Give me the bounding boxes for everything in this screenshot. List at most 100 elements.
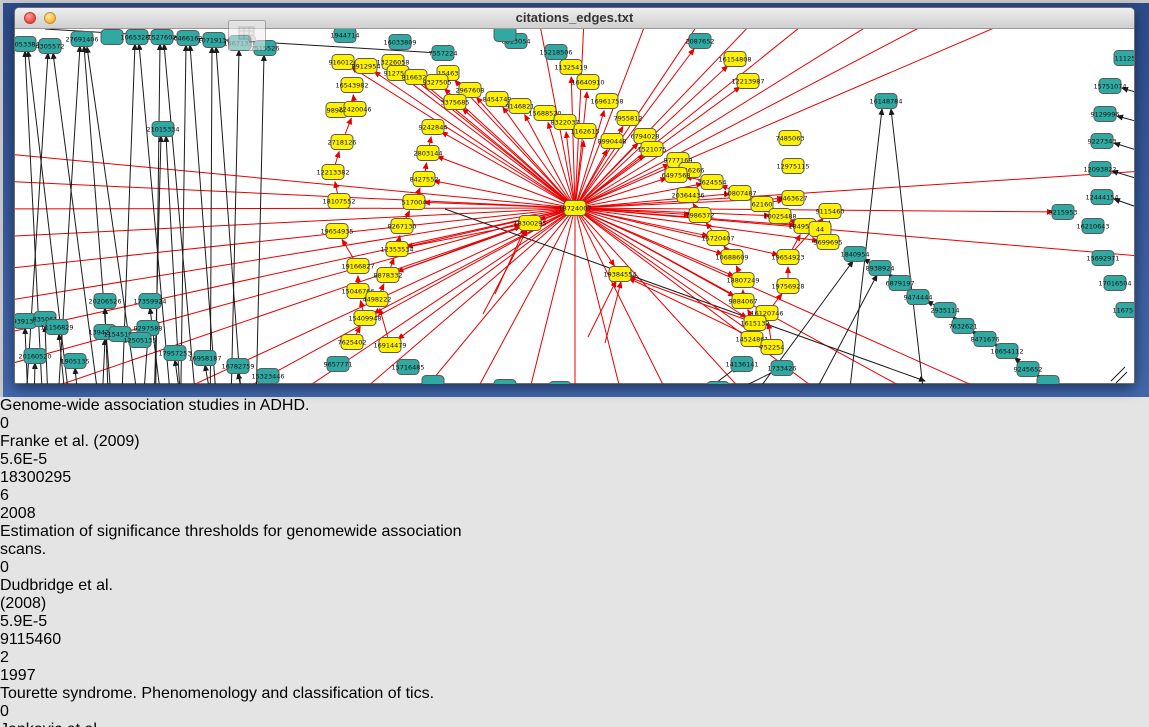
- graph-node[interactable]: 16782759: [221, 359, 254, 374]
- graph-node[interactable]: 9474444: [904, 290, 933, 305]
- graph-node[interactable]: 752254: [760, 340, 785, 355]
- graph-node[interactable]: 15751074: [1093, 79, 1126, 94]
- graph-node[interactable]: 12213382: [316, 165, 349, 180]
- graph-node[interactable]: 18107552: [322, 194, 355, 209]
- graph-node[interactable]: 4305572: [36, 39, 65, 54]
- graph-node[interactable]: 19756928: [771, 279, 804, 294]
- graph-node[interactable]: [494, 29, 516, 42]
- graph-node[interactable]: 1944714: [331, 29, 360, 43]
- svg-text:8427552: 8427552: [410, 176, 439, 184]
- graph-node[interactable]: [707, 382, 729, 385]
- network-canvas[interactable]: 1872400791601248912954132260589127508816…: [15, 29, 1134, 389]
- graph-node[interactable]: 9129996: [1091, 107, 1120, 122]
- graph-node[interactable]: 517004: [402, 195, 427, 210]
- graph-node[interactable]: 7625402: [338, 335, 367, 350]
- graph-node[interactable]: 3624554: [698, 175, 727, 190]
- graph-node[interactable]: 19654935: [320, 224, 353, 239]
- network-window-titlebar[interactable]: citations_edges.txt: [15, 8, 1134, 29]
- graph-node[interactable]: 2718126: [328, 135, 357, 150]
- graph-node[interactable]: 2935114: [931, 303, 960, 318]
- graph-node[interactable]: 1521075: [638, 142, 667, 157]
- graph-node[interactable]: 14136141: [725, 357, 758, 372]
- graph-node[interactable]: 1905135: [61, 354, 90, 369]
- graph-node[interactable]: 3375685: [441, 95, 470, 110]
- graph-node[interactable]: 8938924: [866, 261, 895, 276]
- graph-node[interactable]: 8878332: [374, 268, 403, 283]
- graph-node[interactable]: 1615132: [741, 316, 770, 331]
- graph-node[interactable]: 15409948: [348, 311, 381, 326]
- graph-node[interactable]: 12444154: [1085, 190, 1118, 205]
- graph-node[interactable]: 8471676: [971, 332, 1000, 347]
- svg-text:9242844: 9242844: [419, 124, 448, 132]
- graph-node[interactable]: 8427552: [410, 172, 439, 187]
- svg-text:20364436: 20364436: [671, 192, 704, 200]
- graph-node[interactable]: 16543982: [335, 78, 368, 93]
- graph-node[interactable]: 7557224: [429, 46, 458, 61]
- graph-node[interactable]: 4498222: [363, 292, 392, 307]
- graph-node[interactable]: 10688609: [715, 250, 748, 265]
- graph-node[interactable]: 16033809: [383, 35, 416, 50]
- graph-node[interactable]: 9242844: [419, 120, 448, 135]
- graph-node[interactable]: 7986372: [686, 208, 715, 223]
- graph-node[interactable]: 16148784: [869, 94, 902, 109]
- close-window-button[interactable]: [24, 12, 36, 24]
- graph-node[interactable]: 16154808: [718, 52, 751, 67]
- graph-node[interactable]: 11125: [1114, 51, 1134, 66]
- graph-node[interactable]: 2087652: [686, 34, 715, 49]
- graph-node[interactable]: 6497568: [662, 168, 691, 183]
- red-edge: [445, 208, 575, 384]
- graph-node[interactable]: 17957253: [158, 346, 191, 361]
- graph-node[interactable]: 16640910: [571, 75, 604, 90]
- graph-node[interactable]: 1527602: [148, 30, 177, 45]
- graph-node[interactable]: 10654112: [990, 344, 1023, 359]
- table-row[interactable]: 911546021997Tourette syndrome. Phenomeno…: [0, 631, 1149, 727]
- graph-node[interactable]: 9699695: [814, 235, 843, 250]
- graph-node[interactable]: 11325419: [554, 60, 587, 75]
- graph-node[interactable]: 2803144: [414, 146, 443, 161]
- graph-node[interactable]: 9327505: [423, 75, 452, 90]
- graph-node[interactable]: 8267130: [388, 219, 417, 234]
- graph-node[interactable]: 16958187: [188, 351, 221, 366]
- graph-node[interactable]: 17016504: [1098, 276, 1131, 291]
- graph-node[interactable]: 16961758: [590, 94, 623, 109]
- graph-node[interactable]: 21015334: [146, 122, 179, 137]
- graph-node[interactable]: 1840954: [841, 247, 870, 262]
- graph-node[interactable]: 7632621: [949, 319, 978, 334]
- delete-table-button[interactable]: [228, 20, 266, 51]
- graph-node[interactable]: 9657771: [324, 357, 353, 372]
- graph-node[interactable]: 20206526: [88, 294, 121, 309]
- graph-node[interactable]: 27691406: [65, 32, 98, 47]
- minimize-window-button[interactable]: [44, 12, 56, 24]
- graph-node[interactable]: 9245652: [1014, 362, 1043, 377]
- graph-node[interactable]: 62160: [751, 197, 773, 212]
- graph-node[interactable]: [549, 382, 571, 385]
- graph-node[interactable]: 12213987: [731, 74, 764, 89]
- network-graph[interactable]: 1872400791601248912954132260589127508816…: [15, 29, 1134, 384]
- graph-node[interactable]: [1037, 376, 1059, 385]
- svg-text:9129996: 9129996: [1091, 111, 1120, 119]
- graph-node[interactable]: 7955812: [614, 111, 643, 126]
- graph-node[interactable]: 9227343: [1088, 134, 1117, 149]
- graph-node[interactable]: 19654923: [771, 250, 804, 265]
- graph-node[interactable]: [422, 376, 444, 385]
- svg-text:11156829: 11156829: [40, 324, 73, 332]
- table-row[interactable]: 1830029562008Estimation of significance …: [0, 469, 1149, 631]
- graph-node[interactable]: 9884067: [729, 294, 758, 309]
- graph-node[interactable]: 9463627: [779, 191, 808, 206]
- graph-node[interactable]: 1167534: [1113, 303, 1134, 318]
- svg-text:1162615: 1162615: [571, 128, 600, 136]
- graph-node[interactable]: [494, 380, 516, 385]
- graph-node[interactable]: 1733426: [768, 361, 797, 376]
- graph-node[interactable]: 6879197: [886, 276, 915, 291]
- graph-node[interactable]: 16210643: [1076, 219, 1109, 234]
- graph-node[interactable]: 15692971: [1086, 251, 1119, 266]
- graph-node[interactable]: 8990448: [598, 134, 627, 149]
- graph-node[interactable]: 7485063: [776, 131, 805, 146]
- graph-node[interactable]: 9215953: [1049, 205, 1078, 220]
- graph-node[interactable]: 1162615: [571, 124, 600, 139]
- graph-node[interactable]: 9115460: [816, 204, 845, 219]
- graph-node[interactable]: 12975115: [776, 159, 809, 174]
- zoom-window-button[interactable]: [64, 12, 76, 24]
- window-controls: [24, 12, 76, 24]
- black-edge: [230, 50, 239, 384]
